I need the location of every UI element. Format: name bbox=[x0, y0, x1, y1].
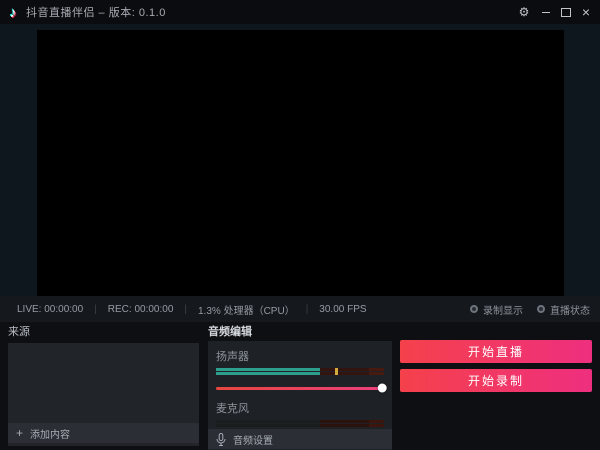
rec-timer: REC: 00:00:00 bbox=[108, 304, 174, 315]
mic-level-meter bbox=[216, 420, 384, 428]
speaker-meter-left-channel bbox=[216, 368, 384, 371]
live-status-indicator: 直播状态 bbox=[537, 302, 590, 317]
window-title: 抖音直播伴侣 – 版本: 0.1.0 bbox=[26, 4, 166, 20]
cpu-usage: 1.3% 处理器（CPU） bbox=[198, 302, 295, 317]
speaker-meter-right-channel bbox=[216, 372, 384, 375]
minimize-icon bbox=[542, 12, 550, 13]
title-bar: ♪ 抖音直播伴侣 – 版本: 0.1.0 ⚙ × bbox=[0, 0, 600, 24]
status-indicators: 录制显示 直播状态 bbox=[470, 302, 600, 317]
speaker-level-meter bbox=[216, 368, 384, 376]
status-metrics: LIVE: 00:00:00 | REC: 00:00:00 | 1.3% 处理… bbox=[0, 302, 367, 317]
sources-panel: 来源 + 添加内容 bbox=[8, 325, 199, 446]
video-preview-canvas[interactable] bbox=[37, 30, 564, 296]
divider: | bbox=[306, 304, 309, 315]
app-window: ♪ 抖音直播伴侣 – 版本: 0.1.0 ⚙ × LIVE: 00:00:00 … bbox=[0, 0, 600, 450]
preview-stage bbox=[0, 24, 600, 296]
status-bar: LIVE: 00:00:00 | REC: 00:00:00 | 1.3% 处理… bbox=[0, 296, 600, 322]
start-record-button[interactable]: 开始录制 bbox=[400, 369, 592, 392]
plus-icon: + bbox=[16, 426, 23, 440]
live-status-dot-icon bbox=[537, 305, 545, 313]
maximize-icon bbox=[561, 8, 571, 17]
window-controls: ⚙ × bbox=[514, 0, 600, 24]
fps-counter: 30.00 FPS bbox=[319, 304, 366, 315]
control-panels: 来源 + 添加内容 音频编辑 扬声器 bbox=[0, 322, 600, 450]
douyin-logo-icon: ♪ bbox=[0, 0, 26, 24]
speaker-label: 扬声器 bbox=[216, 348, 384, 364]
action-buttons: 开始直播 开始录制 bbox=[400, 325, 592, 398]
start-live-button[interactable]: 开始直播 bbox=[400, 340, 592, 363]
audio-settings-button[interactable]: 音频设置 bbox=[208, 429, 392, 449]
speaker-volume-slider[interactable] bbox=[216, 382, 384, 394]
audio-panel: 音频编辑 扬声器 麦克风 bbox=[208, 325, 392, 446]
record-status-dot-icon bbox=[470, 305, 478, 313]
mic-meter-right-channel bbox=[216, 424, 384, 427]
close-button[interactable]: × bbox=[576, 0, 596, 24]
live-status-label: 直播状态 bbox=[550, 302, 590, 317]
add-source-label: 添加内容 bbox=[30, 426, 70, 441]
sources-panel-title: 来源 bbox=[8, 325, 199, 341]
divider: | bbox=[94, 304, 97, 315]
audio-panel-title: 音频编辑 bbox=[208, 325, 392, 339]
maximize-button[interactable] bbox=[556, 0, 576, 24]
settings-gear-icon[interactable]: ⚙ bbox=[514, 0, 534, 24]
live-timer: LIVE: 00:00:00 bbox=[17, 304, 83, 315]
mic-meter-left-channel bbox=[216, 420, 384, 423]
minimize-button[interactable] bbox=[536, 0, 556, 24]
audio-panel-body: 扬声器 麦克风 bbox=[208, 341, 392, 450]
divider: | bbox=[184, 304, 187, 315]
mic-label: 麦克风 bbox=[216, 400, 384, 416]
speaker-peak-marker bbox=[335, 368, 338, 375]
add-source-button[interactable]: + 添加内容 bbox=[8, 423, 199, 443]
speaker-slider-track bbox=[216, 387, 382, 390]
record-status-indicator: 录制显示 bbox=[470, 302, 523, 317]
sources-list[interactable]: + 添加内容 bbox=[8, 343, 199, 446]
audio-settings-label: 音频设置 bbox=[233, 432, 273, 447]
record-status-label: 录制显示 bbox=[483, 302, 523, 317]
microphone-icon bbox=[216, 433, 226, 446]
speaker-slider-knob[interactable] bbox=[378, 384, 387, 393]
